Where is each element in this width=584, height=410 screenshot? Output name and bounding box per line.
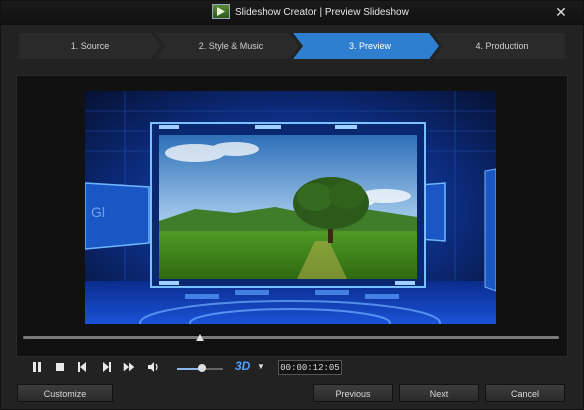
chevron-down-icon[interactable]: ▼ (257, 362, 265, 371)
seek-handle[interactable] (196, 334, 204, 341)
next-button[interactable]: Next (399, 384, 479, 402)
step-production[interactable]: 4. Production (439, 33, 565, 59)
stop-icon[interactable] (53, 360, 67, 374)
step-source[interactable]: 1. Source (19, 33, 161, 59)
svg-text:Gl: Gl (91, 204, 105, 220)
film-play-icon (212, 4, 230, 19)
pause-icon[interactable] (30, 360, 44, 374)
step-preview[interactable]: 3. Preview (301, 33, 439, 59)
window-title: Slideshow Creator | Preview Slideshow (235, 7, 409, 18)
slideshow-preview-image: Gl (85, 91, 496, 324)
customize-button[interactable]: Customize (17, 384, 113, 402)
wizard-steps: 1. Source 2. Style & Music 3. Preview 4.… (19, 33, 565, 59)
slideshow-creator-window: Slideshow Creator | Preview Slideshow ✕ … (0, 0, 584, 410)
step-style-music[interactable]: 2. Style & Music (161, 33, 301, 59)
volume-icon[interactable] (146, 360, 160, 374)
3d-mode-button[interactable]: 3D (235, 359, 250, 373)
close-icon[interactable]: ✕ (553, 4, 569, 20)
previous-frame-icon[interactable] (76, 360, 90, 374)
volume-slider-handle[interactable] (198, 364, 206, 372)
fast-forward-icon[interactable] (122, 360, 136, 374)
previous-button[interactable]: Previous (313, 384, 393, 402)
title-bar: Slideshow Creator | Preview Slideshow ✕ (1, 1, 583, 25)
seek-bar[interactable] (23, 336, 559, 339)
cancel-button[interactable]: Cancel (485, 384, 565, 402)
timecode-display: 00:00:12:05 (278, 360, 342, 375)
next-frame-icon[interactable] (99, 360, 113, 374)
